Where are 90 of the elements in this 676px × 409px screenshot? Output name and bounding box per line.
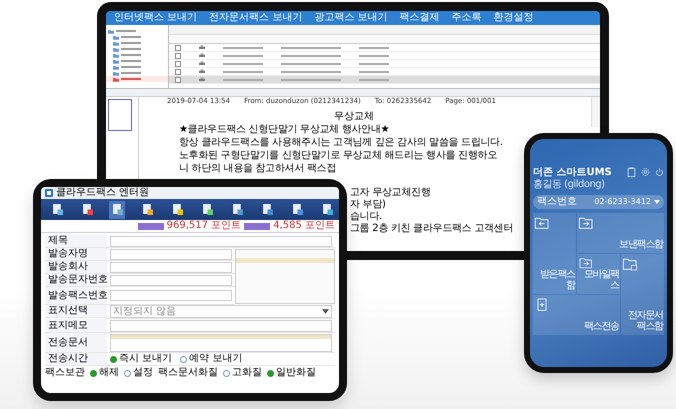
tile-label: 받은팩스함 xyxy=(538,269,575,291)
folder-arrow-icon xyxy=(534,216,550,230)
field-label: 전송문서 xyxy=(45,333,107,353)
document-line: 자 부담) xyxy=(350,199,386,211)
fax-list-row[interactable] xyxy=(169,76,600,84)
user-name: 홍길동 (gildong) xyxy=(533,179,606,191)
menu-item[interactable]: 인터넷팩스 보내기 xyxy=(114,12,198,24)
points-value: 969,517 포인트 xyxy=(166,220,242,232)
document-icon xyxy=(112,204,122,215)
document-list[interactable] xyxy=(110,334,332,352)
input-field[interactable] xyxy=(110,274,232,286)
tile-label: 전자문서팩스함 xyxy=(626,310,663,332)
checkbox[interactable] xyxy=(175,44,181,50)
radio-option[interactable]: 고화질 xyxy=(223,367,262,379)
document-icon xyxy=(262,204,272,215)
document-icon xyxy=(82,204,92,215)
field-label: 팩스보관 xyxy=(45,367,85,379)
document-icon xyxy=(232,204,242,215)
document-line: 항상 클라우드팩스를 사용해주시는 고객님께 깊은 감사의 말씀을 드립니다. xyxy=(179,136,504,149)
fax-list-row[interactable] xyxy=(169,52,600,60)
document-icon xyxy=(202,204,212,215)
cover-select[interactable]: 지정되지 않음 xyxy=(110,305,332,318)
menu-item[interactable]: 전자문서팩스 보내기 xyxy=(209,12,302,24)
points-value: 4,585 포인트 xyxy=(273,220,335,232)
settings-icon[interactable] xyxy=(641,167,650,177)
menu-item[interactable]: 광고팩스 보내기 xyxy=(314,12,388,24)
field-label: 표지선택 xyxy=(45,305,107,318)
menu-item[interactable]: 팩스결제 xyxy=(400,12,440,24)
checkbox[interactable] xyxy=(175,52,181,58)
tree-item[interactable] xyxy=(106,76,168,82)
document-icon xyxy=(172,204,182,215)
document-line: 고자 무상교체진행 xyxy=(350,187,430,199)
document-line: ★클라우드팩스 신형단말기 무상교체 행사안내★ xyxy=(179,123,390,136)
radio-option[interactable]: 예약 보내기 xyxy=(180,353,242,365)
checkbox[interactable] xyxy=(175,60,181,66)
app-name: 더존 스마트UMS xyxy=(533,167,613,179)
fax-list-row[interactable] xyxy=(169,60,600,68)
field-label: 발송팩스번호 xyxy=(45,287,107,305)
field-label: 제목 xyxy=(45,235,107,248)
locked-folder-icon xyxy=(622,257,638,271)
document-line: 습니다. xyxy=(350,211,382,223)
radio-option[interactable]: 일반화질 xyxy=(267,367,316,379)
field-label: 발송자명 xyxy=(45,248,107,261)
input-field[interactable] xyxy=(110,262,232,272)
checkbox[interactable] xyxy=(175,76,181,82)
app-icon xyxy=(45,189,53,197)
field-label: 발송회사 xyxy=(45,261,107,274)
scrollbar[interactable] xyxy=(591,97,600,127)
tile-label: 팩스전송 xyxy=(582,321,619,332)
document-icon xyxy=(322,204,332,215)
checkbox[interactable] xyxy=(175,68,181,74)
field-label: 팩스문서화질 xyxy=(158,367,218,379)
folder-arrow-icon xyxy=(578,257,594,269)
caret-icon xyxy=(654,199,660,205)
input-field[interactable] xyxy=(110,248,232,260)
radio-option[interactable]: 설정 xyxy=(124,367,153,379)
tile-label: 모바일팩스 xyxy=(582,269,619,291)
document-icon xyxy=(52,204,62,215)
radio-option[interactable]: 즉시 보내기 xyxy=(110,353,172,365)
power-icon[interactable] xyxy=(655,167,664,177)
field-label: 표지메모 xyxy=(45,319,107,333)
menu-tile[interactable]: 전자문서팩스함 xyxy=(621,254,664,335)
document-icon xyxy=(292,204,302,215)
fax-number-select[interactable]: 팩스번호 02-6233-3412 xyxy=(533,195,664,209)
document-line: 노후화된 구형단말기를 신형단말기로 무상교체 해드리는 행사를 진행하오니 하단의 내용을 참고하셔서 팩스접 xyxy=(179,149,498,175)
points-badge xyxy=(244,222,270,230)
menu-tile[interactable]: 모바일팩스 xyxy=(577,254,620,294)
document-line: 그룹 2층 키친 클라우드팩스 고객센터 xyxy=(350,223,514,235)
clipboard-icon[interactable] xyxy=(627,167,636,177)
menu-item[interactable]: 환경설정 xyxy=(494,12,534,24)
folder-arrow-icon xyxy=(578,216,594,230)
radio-option[interactable]: 해제 xyxy=(90,367,119,379)
menu-tile[interactable]: 보낸팩스함 xyxy=(577,213,664,253)
dropdown-icon xyxy=(322,308,329,315)
document-icon xyxy=(142,204,152,215)
field-label: 발송문자번호 xyxy=(45,274,107,287)
document-title: 무상교체 xyxy=(333,110,375,123)
menu-tile[interactable]: 팩스전송 xyxy=(533,295,620,335)
field-label: 전송시간 xyxy=(45,353,107,366)
window-title: 클라우드팩스 엔터원 xyxy=(56,187,150,199)
menu-tile[interactable]: 받은팩스함 xyxy=(533,213,576,294)
input-field[interactable] xyxy=(110,236,332,246)
memo-field[interactable] xyxy=(110,320,332,332)
page-thumbnail[interactable] xyxy=(108,99,132,131)
tile-label: 보낸팩스함 xyxy=(618,239,663,250)
points-badge xyxy=(138,222,164,230)
fax-list-row[interactable] xyxy=(169,44,600,52)
toolbar-button[interactable] xyxy=(109,200,125,218)
input-field[interactable] xyxy=(110,290,232,301)
menu-item[interactable]: 주소록 xyxy=(452,12,482,24)
